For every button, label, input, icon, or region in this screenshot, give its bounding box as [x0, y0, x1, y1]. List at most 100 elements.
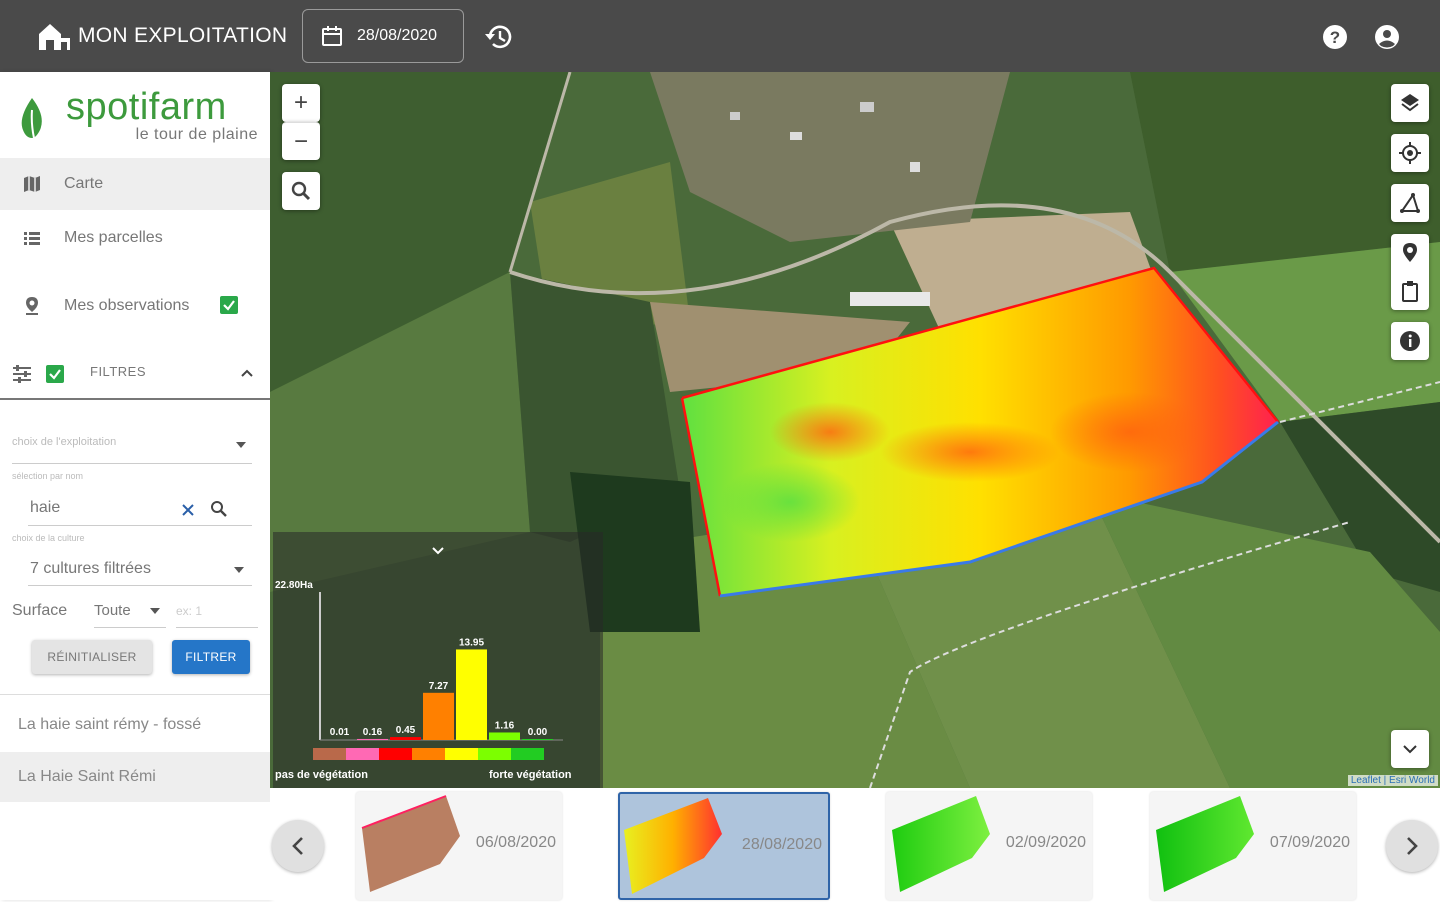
chevron-up-icon[interactable]	[240, 366, 254, 380]
result-item[interactable]: La haie saint rémy - fossé	[0, 700, 270, 750]
map-attribution[interactable]: Leaflet | Esri World	[1347, 775, 1438, 786]
histogram-bar	[489, 732, 520, 740]
surface-input[interactable]: ex: 1	[176, 596, 258, 628]
chevron-down-icon[interactable]	[431, 546, 445, 556]
date-label: 28/08/2020	[357, 27, 438, 44]
nav-label: Carte	[64, 175, 104, 192]
histogram-bar	[456, 649, 487, 740]
reset-button[interactable]: RÉINITIALISER	[32, 640, 152, 674]
histogram-value-label: 0.45	[396, 725, 416, 736]
parcel-thumbnail	[892, 796, 990, 892]
color-scale-swatch	[313, 748, 346, 760]
date-card-selected[interactable]: 28/08/2020	[618, 792, 830, 900]
vegetation-histogram: 22.80Ha 0.01 0.16 0.45 7.27 13.95 1.16 0.00 pa…	[273, 532, 603, 788]
farm-title[interactable]: MON EXPLOITATION	[78, 24, 287, 48]
histogram-chart: 22.80Ha 0.01 0.16 0.45 7.27 13.95 1.16 0.00 pa…	[275, 580, 572, 781]
divider	[0, 694, 270, 695]
parcel-thumbnail	[1156, 796, 1254, 892]
collapse-carousel-button[interactable]	[1391, 730, 1429, 768]
clear-icon[interactable]	[182, 504, 194, 516]
marker-tools[interactable]	[1391, 234, 1429, 310]
date-card[interactable]: 02/09/2020	[886, 792, 1092, 900]
nav-item-carte[interactable]: Carte	[0, 158, 270, 210]
leaf-logo-icon	[21, 98, 42, 139]
date-card[interactable]: 06/08/2020	[356, 792, 562, 900]
account-icon[interactable]	[1374, 24, 1400, 50]
dropdown-arrow-icon	[150, 608, 160, 614]
culture-select[interactable]: 7 cultures filtrées	[28, 554, 252, 586]
name-search-input[interactable]: haie	[28, 492, 252, 526]
zoom-out-button[interactable]: −	[282, 122, 320, 160]
filter-button[interactable]: FILTRER	[172, 640, 250, 674]
histogram-value-label: 1.16	[495, 720, 515, 731]
color-scale-swatch	[478, 748, 511, 760]
nav-item-observations[interactable]: Mes observations	[0, 268, 270, 344]
legend-low-label: pas de végétation	[275, 769, 368, 781]
dropdown-arrow-icon	[236, 442, 246, 448]
chevron-right-icon	[1407, 837, 1418, 855]
filters-checkbox[interactable]	[46, 365, 64, 383]
top-bar: MON EXPLOITATION 28/08/2020 ?	[0, 0, 1440, 72]
date-card-label: 02/09/2020	[1005, 834, 1086, 851]
histogram-value-label: 7.27	[429, 681, 449, 692]
color-scale-swatch	[346, 748, 379, 760]
date-carousel: 06/08/2020 28/08/2020 02/09/2020 07/09/2…	[270, 788, 1440, 900]
nav-label: Mes observations	[64, 297, 190, 314]
parcel-thumbnail	[624, 798, 722, 894]
histogram-value-label: 0.00	[528, 727, 548, 738]
date-picker-button[interactable]: 28/08/2020	[302, 9, 464, 63]
histogram-ymax-label: 22.80Ha	[275, 580, 313, 591]
filters-header[interactable]: FILTRES	[0, 348, 270, 400]
help-icon[interactable]: ?	[1322, 24, 1348, 50]
check-icon	[223, 300, 235, 311]
histogram-value-label: 13.95	[459, 637, 484, 648]
map-icon	[24, 176, 40, 192]
clipboard-icon[interactable]	[1401, 280, 1419, 302]
locate-button[interactable]	[1391, 134, 1429, 172]
marker-icon[interactable]	[1401, 242, 1419, 264]
crosshair-icon	[1399, 142, 1421, 164]
measure-button[interactable]	[1391, 184, 1429, 222]
histogram-value-label: 0.16	[363, 727, 383, 738]
legend-high-label: forte végétation	[489, 769, 572, 781]
date-card[interactable]: 07/09/2020	[1150, 792, 1356, 900]
layers-button[interactable]	[1391, 84, 1429, 122]
zoom-in-button[interactable]: +	[282, 84, 320, 122]
logo-name: spotifarm	[66, 86, 227, 128]
map-search-button[interactable]	[282, 172, 320, 210]
date-card-label: 06/08/2020	[475, 834, 556, 851]
list-icon	[24, 232, 40, 245]
exploitation-select[interactable]: choix de l'exploitation	[12, 432, 252, 464]
location-pin-icon	[26, 297, 38, 315]
carousel-next-button[interactable]	[1386, 820, 1438, 872]
histogram-value-label: 0.01	[330, 727, 350, 738]
chevron-down-icon	[1403, 745, 1417, 754]
surface-input-placeholder: ex: 1	[176, 604, 203, 618]
nav-item-parcelles[interactable]: Mes parcelles	[0, 212, 270, 264]
histogram-bar	[522, 739, 553, 740]
surface-select[interactable]: Toute	[94, 596, 166, 628]
culture-select-value: 7 cultures filtrées	[30, 560, 151, 577]
histogram-bar	[357, 738, 388, 740]
farm-icon[interactable]	[36, 20, 72, 52]
map-view[interactable]: + − 22.80Ha 0.01 0.16 0.45 7.27 13.95 1.16 0.0…	[270, 72, 1440, 788]
exploitation-placeholder: choix de l'exploitation	[12, 436, 117, 448]
result-item[interactable]: La Haie Saint Rémi	[0, 752, 270, 802]
info-button[interactable]	[1391, 322, 1429, 360]
surface-label: Surface	[12, 602, 68, 619]
name-filter-label: sélection par nom	[12, 471, 84, 481]
filters-title: FILTRES	[90, 364, 146, 379]
histogram-bar	[423, 692, 454, 740]
dropdown-arrow-icon	[234, 567, 244, 573]
history-icon[interactable]	[484, 21, 516, 53]
histogram-bar	[390, 737, 421, 740]
search-icon[interactable]	[210, 500, 228, 518]
logo: spotifarm le tour de plaine	[0, 72, 270, 156]
observations-checkbox[interactable]	[220, 296, 238, 314]
nav-label: Mes parcelles	[64, 229, 163, 246]
color-scale-swatch	[379, 748, 412, 760]
name-search-value: haie	[30, 499, 61, 516]
parcel-thumbnail	[361, 795, 460, 892]
carousel-prev-button[interactable]	[272, 820, 324, 872]
sidebar: spotifarm le tour de plaine Carte Mes pa…	[0, 72, 270, 900]
